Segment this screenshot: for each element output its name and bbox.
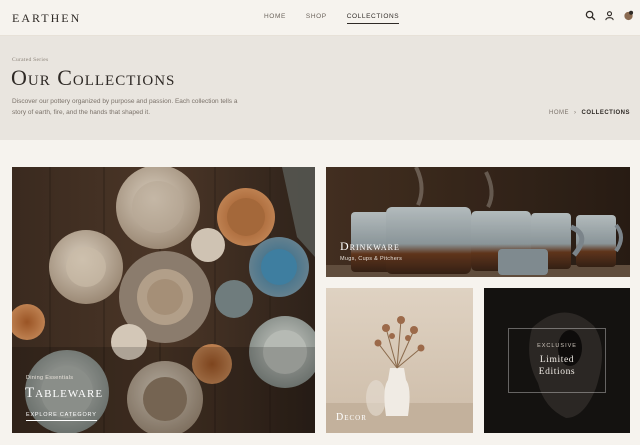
decor-title: Decor	[336, 412, 367, 423]
header-actions	[585, 10, 634, 21]
breadcrumb: HOME › COLLECTIONS	[549, 110, 630, 116]
tableware-eyebrow: Dining Essentials	[26, 375, 74, 381]
breadcrumb-home[interactable]: HOME	[549, 110, 569, 116]
drinkware-title: Drinkware	[340, 239, 400, 253]
hero-description: Discover our pottery organized by purpos…	[12, 98, 238, 116]
limited-editions-tile[interactable]: EXCLUSIVE Limited Editions	[484, 288, 630, 433]
drinkware-subtitle: Mugs, Cups & Pitchers	[340, 256, 403, 262]
limited-editions-eyebrow: EXCLUSIVE	[537, 343, 577, 349]
site-header: EARTHEN HOME SHOP COLLECTIONS	[0, 0, 640, 36]
tableware-title: Tableware	[25, 385, 104, 401]
nav-home[interactable]: HOME	[264, 13, 286, 24]
hero-eyebrow: Curated Series	[12, 57, 49, 63]
main-nav: HOME SHOP COLLECTIONS	[264, 13, 400, 24]
collections-hero: Curated Series Our Collections Discover …	[0, 36, 640, 140]
explore-category-link[interactable]: EXPLORE CATEGORY	[26, 412, 97, 421]
breadcrumb-current: COLLECTIONS	[581, 110, 630, 116]
nav-collections[interactable]: COLLECTIONS	[346, 13, 400, 24]
search-icon[interactable]	[585, 10, 596, 21]
nav-shop[interactable]: SHOP	[306, 13, 327, 24]
limited-editions-title: Limited Editions	[538, 355, 576, 377]
page-title: Our Collections	[11, 65, 176, 90]
decor-tile[interactable]: Decor	[326, 288, 473, 433]
chevron-right-icon: ›	[574, 110, 577, 116]
limited-editions-frame: EXCLUSIVE Limited Editions	[508, 328, 606, 393]
cart-icon[interactable]	[623, 10, 634, 21]
site-logo[interactable]: EARTHEN	[12, 11, 81, 26]
user-icon[interactable]	[604, 10, 615, 21]
tableware-tile[interactable]: Dining Essentials Tableware EXPLORE CATE…	[12, 167, 315, 433]
drinkware-tile[interactable]: Drinkware Mugs, Cups & Pitchers	[326, 167, 630, 277]
limited-editions-overlay: EXCLUSIVE Limited Editions	[484, 288, 630, 433]
